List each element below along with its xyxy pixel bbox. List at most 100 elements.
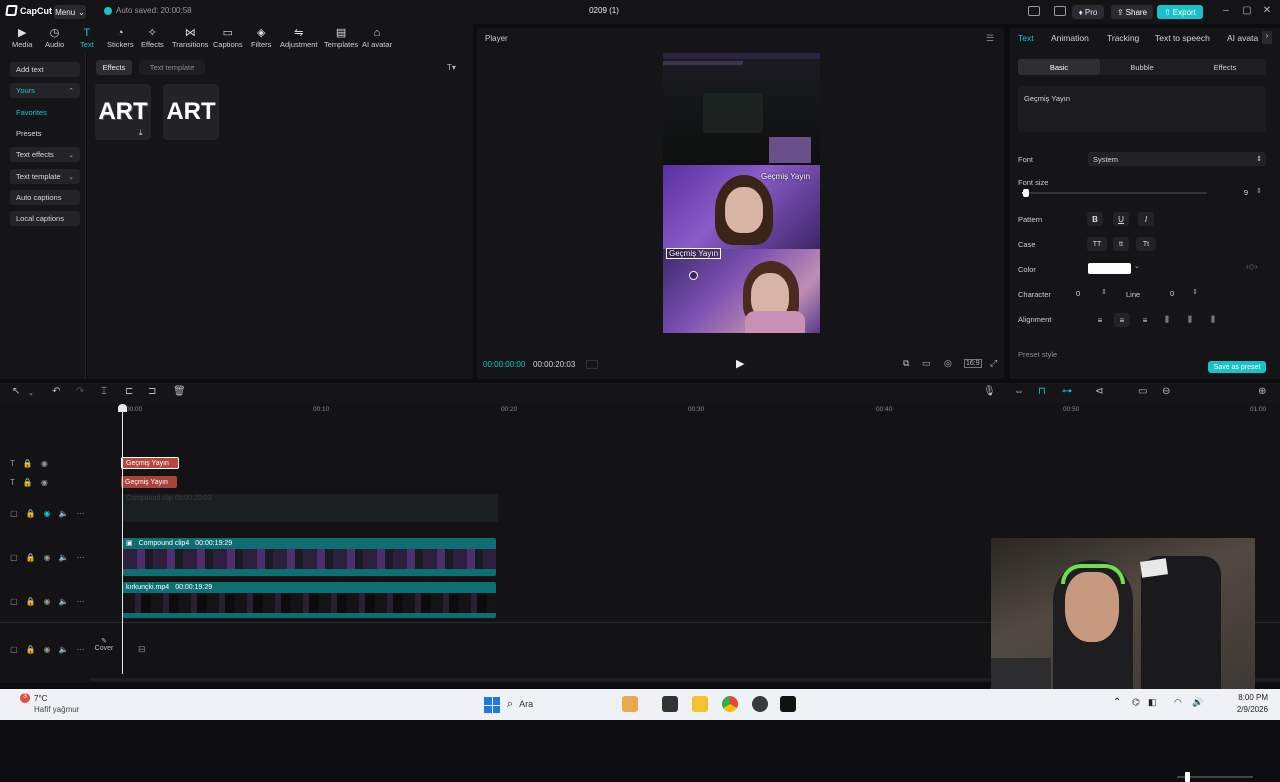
select-tool-icon[interactable]: ↖ bbox=[12, 386, 20, 397]
filter-sort-icon[interactable]: T▾ bbox=[447, 63, 456, 72]
audio-icon[interactable]: 🔈 bbox=[59, 553, 69, 562]
layout-icon[interactable] bbox=[1028, 6, 1040, 16]
tray-icon[interactable]: ◧ bbox=[1148, 697, 1157, 708]
hamburger-icon[interactable]: ☰ bbox=[986, 33, 994, 44]
tool-ai-avatar[interactable]: ⌂ AI avatar bbox=[362, 27, 392, 49]
keyframe-icon[interactable]: ‹◇› bbox=[1246, 262, 1257, 271]
capcut-taskbar-icon[interactable] bbox=[780, 696, 796, 712]
zoom-slider[interactable] bbox=[1177, 772, 1253, 782]
audio-icon[interactable]: 🔈 bbox=[59, 597, 69, 606]
stepper-icon[interactable]: ⇕ bbox=[1101, 288, 1107, 296]
uppercase-button[interactable]: TT bbox=[1087, 237, 1107, 251]
redo-icon[interactable]: ↷ bbox=[76, 386, 84, 397]
split-icon[interactable]: ⌶ bbox=[101, 386, 107, 397]
tool-templates[interactable]: ▤ Templates bbox=[324, 27, 358, 49]
chevron-right-icon[interactable]: › bbox=[1262, 31, 1272, 44]
font-size-slider[interactable] bbox=[1022, 189, 1207, 197]
clock-time[interactable]: 8:00 PM bbox=[1236, 693, 1268, 702]
font-size-value[interactable]: 9 bbox=[1220, 188, 1254, 200]
cover-button[interactable]: ✎ Cover bbox=[91, 637, 117, 663]
close-icon[interactable]: ✕ bbox=[1260, 5, 1274, 16]
align-top-icon[interactable]: ⫼ bbox=[1159, 313, 1175, 327]
task-view-icon[interactable] bbox=[662, 696, 678, 712]
project-title[interactable]: 0209 (1) bbox=[580, 6, 628, 15]
slider-handle[interactable] bbox=[1185, 772, 1190, 782]
tool-filters[interactable]: ◈ Filters bbox=[251, 27, 271, 49]
save-as-preset-button[interactable]: Save as preset bbox=[1208, 361, 1266, 373]
preview-axis-icon[interactable]: ⊲ bbox=[1095, 386, 1103, 397]
grid-icon[interactable] bbox=[586, 360, 598, 369]
chrome-icon[interactable] bbox=[722, 696, 738, 712]
sidebar-item-local-captions[interactable]: Local captions bbox=[10, 211, 80, 226]
keyboard-icon[interactable] bbox=[1054, 6, 1066, 16]
lock-icon[interactable]: 🔒 bbox=[26, 597, 36, 606]
menu-button[interactable]: Menu ⌄ bbox=[54, 5, 86, 19]
rotate-handle-icon[interactable] bbox=[689, 271, 698, 280]
zoom-out-icon[interactable]: ⊖ bbox=[1162, 386, 1170, 397]
titlecase-button[interactable]: Tt bbox=[1136, 237, 1156, 251]
ratio-icon[interactable]: ▭ bbox=[922, 358, 931, 369]
tool-captions[interactable]: ▭ Captions bbox=[213, 27, 243, 49]
tab-ai-avatar[interactable]: AI avata bbox=[1227, 33, 1258, 43]
magnet-icon[interactable]: ⊓ bbox=[1038, 386, 1046, 397]
lock-icon[interactable]: 🔒 bbox=[26, 553, 36, 562]
eye-icon[interactable]: ◉ bbox=[41, 459, 48, 468]
audio-icon[interactable]: 🔈 bbox=[59, 645, 69, 654]
undo-icon[interactable]: ↶ bbox=[52, 386, 60, 397]
tab-text[interactable]: Text bbox=[1018, 33, 1034, 43]
text-effect-tile[interactable]: ART bbox=[163, 84, 219, 140]
playhead[interactable] bbox=[122, 404, 123, 674]
crop-icon[interactable]: ⧉ bbox=[903, 358, 909, 369]
file-explorer-icon[interactable] bbox=[692, 696, 708, 712]
tab-animation[interactable]: Animation bbox=[1051, 33, 1089, 43]
align-bottom-icon[interactable]: ⫼ bbox=[1205, 313, 1221, 327]
weather-desc[interactable]: Hafif yağmur bbox=[34, 705, 79, 714]
snapshot-icon[interactable]: ◎ bbox=[944, 358, 952, 369]
pro-button[interactable]: ♦ Pro bbox=[1072, 5, 1104, 19]
line-spacing-value[interactable]: 0 bbox=[1170, 289, 1174, 298]
align-right-icon[interactable]: ≡ bbox=[1137, 313, 1153, 327]
eye-icon[interactable]: ◉ bbox=[44, 645, 51, 654]
eye-icon[interactable]: ◉ bbox=[44, 509, 51, 518]
more-icon[interactable]: ⋯ bbox=[76, 553, 84, 562]
sidebar-item-text-template[interactable]: Text template ⌄ bbox=[10, 169, 80, 184]
overlay-text-selected[interactable]: Geçmiş Yayın bbox=[666, 248, 722, 259]
sidebar-item-add-text[interactable]: Add text bbox=[10, 62, 80, 77]
split-right-icon[interactable]: ⊐ bbox=[148, 386, 156, 397]
eye-icon[interactable]: ◉ bbox=[44, 553, 51, 562]
character-spacing-value[interactable]: 0 bbox=[1076, 289, 1080, 298]
maximize-icon[interactable]: ▢ bbox=[1240, 5, 1254, 16]
tab-tracking[interactable]: Tracking bbox=[1107, 33, 1139, 43]
tool-transitions[interactable]: ⋈ Transitions bbox=[172, 27, 208, 49]
subtab-basic[interactable]: Basic bbox=[1018, 59, 1100, 75]
tool-stickers[interactable]: ◔ Stickers bbox=[107, 27, 134, 49]
chevron-down-icon[interactable]: ⌄ bbox=[1134, 262, 1140, 270]
tool-effects[interactable]: ✧ Effects bbox=[141, 27, 164, 49]
windows-start-icon[interactable] bbox=[484, 697, 500, 713]
sidebar-item-text-effects[interactable]: Text effects ⌄ bbox=[10, 147, 80, 162]
share-button[interactable]: ⇪ Share bbox=[1111, 5, 1153, 19]
subtab-effects[interactable]: Effects bbox=[1184, 59, 1266, 75]
aspect-ratio-button[interactable]: 16:9 bbox=[964, 359, 982, 368]
bold-button[interactable]: B bbox=[1087, 212, 1103, 226]
slider-handle[interactable] bbox=[1022, 189, 1029, 197]
text-clip[interactable]: Geçmiş Yayın bbox=[121, 476, 177, 488]
tab-effects[interactable]: Effects bbox=[96, 60, 132, 75]
video-clip[interactable]: ▣ Compound clip4 00:00:19:29 bbox=[123, 538, 496, 576]
align-left-icon[interactable]: ≡ bbox=[1092, 313, 1108, 327]
lock-icon[interactable]: 🔒 bbox=[23, 459, 33, 468]
delete-icon[interactable]: 🗑 bbox=[173, 386, 186, 397]
audio-icon[interactable]: 🔈 bbox=[59, 509, 69, 518]
eye-icon[interactable]: ◉ bbox=[44, 597, 51, 606]
playhead-handle[interactable] bbox=[118, 404, 127, 412]
chevron-down-icon[interactable]: ⌄ bbox=[28, 389, 34, 397]
download-icon[interactable]: ⤓ bbox=[139, 128, 143, 138]
text-content-input[interactable]: Geçmiş Yayın bbox=[1018, 86, 1266, 132]
network-icon[interactable]: ⌬ bbox=[1132, 697, 1140, 708]
app-icon[interactable] bbox=[752, 696, 768, 712]
italic-button[interactable]: I bbox=[1138, 212, 1154, 226]
minimize-icon[interactable]: – bbox=[1219, 5, 1233, 16]
sidebar-item-yours[interactable]: Yours ⌃ bbox=[10, 83, 80, 98]
tool-adjustment[interactable]: ⇋ Adjustment bbox=[280, 27, 318, 49]
fullscreen-icon[interactable]: ⤢ bbox=[990, 358, 997, 369]
